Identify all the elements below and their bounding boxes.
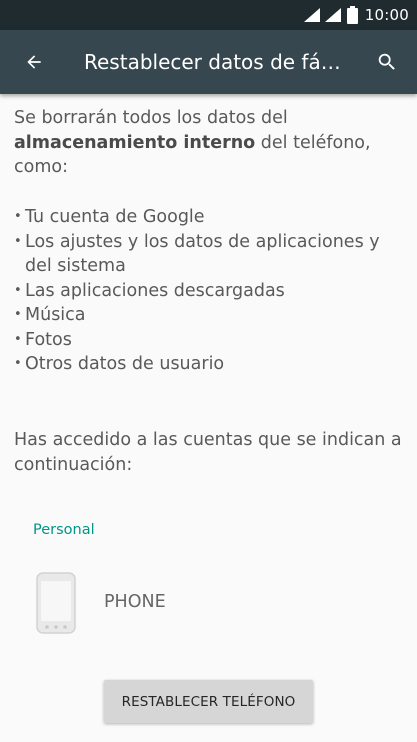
intro-text-bold: almacenamiento interno [14,132,256,153]
intro-text: Se borrarán todos los datos del almacena… [14,106,409,180]
accounts-section-header: Personal [33,522,95,538]
search-icon [378,53,395,70]
app-bar: Restablecer datos de fá… [0,30,417,94]
content: Se borrarán todos los datos del almacena… [14,106,409,475]
status-icons: 10:00 [303,0,409,30]
back-button[interactable] [12,40,56,84]
list-item: Música [14,303,409,328]
account-item-phone: PHONE [0,566,417,640]
status-time: 10:00 [364,6,409,24]
accounts-intro: Has accedido a las cuentas que se indica… [14,430,402,475]
status-bar: 10:00 [0,0,417,30]
list-item: Los ajustes y los datos de aplicaciones … [14,230,409,279]
search-button[interactable] [365,40,409,84]
intro-text-start: Se borrarán todos los datos del [14,108,288,128]
signal-icon [324,8,341,22]
account-label: PHONE [104,592,166,612]
list-item: Fotos [14,328,409,353]
arrow-back-icon [27,55,41,69]
reset-phone-button[interactable]: RESTABLECER TELÉFONO [104,680,313,723]
data-list: Tu cuenta de Google Los ajustes y los da… [14,205,409,377]
list-item: Tu cuenta de Google [14,205,409,230]
list-item: Las aplicaciones descargadas [14,279,409,304]
phone-icon [36,572,76,634]
page-title: Restablecer datos de fá… [84,50,341,74]
battery-icon [346,6,358,24]
list-item: Otros datos de usuario [14,352,409,377]
wifi-icon [303,8,320,22]
